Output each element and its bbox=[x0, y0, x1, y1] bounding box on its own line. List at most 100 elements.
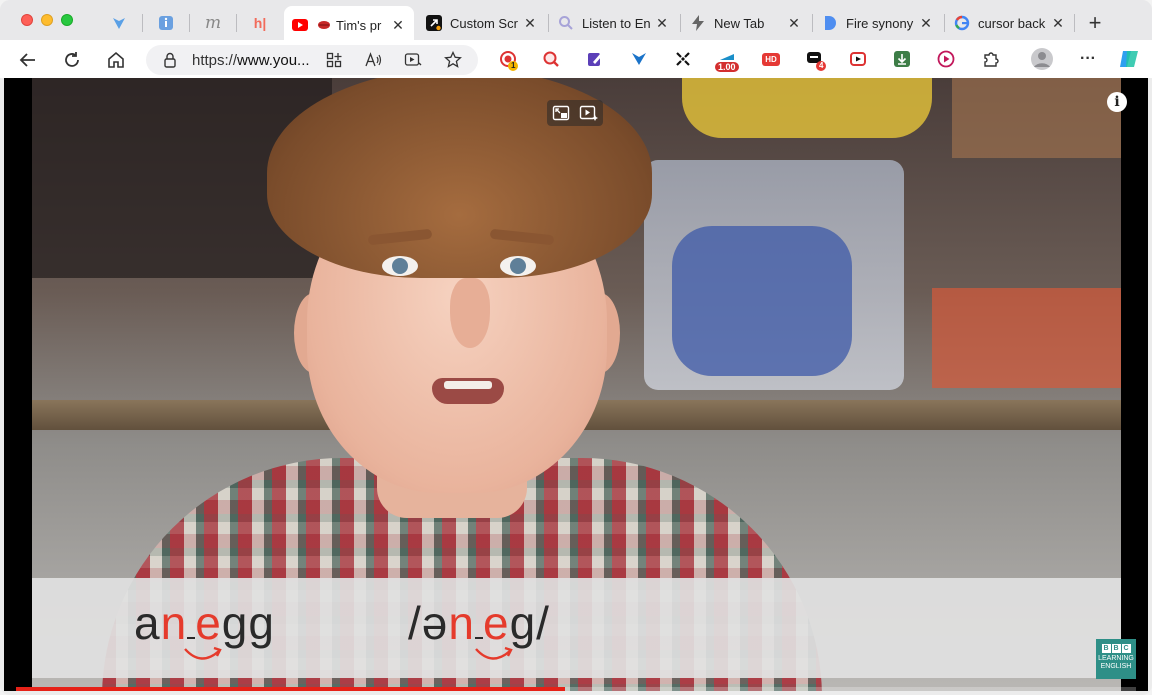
background-cabinet bbox=[952, 78, 1121, 158]
extension-badge: 1 bbox=[508, 61, 519, 71]
url-prefix: https:// bbox=[192, 52, 238, 69]
close-tab-icon[interactable]: ✕ bbox=[1050, 15, 1066, 31]
tab-new-tab[interactable]: New Tab ✕ bbox=[682, 6, 810, 40]
tab-fire-synony[interactable]: Fire synony ✕ bbox=[814, 6, 942, 40]
lock-icon[interactable] bbox=[163, 52, 177, 68]
video-sparkle-icon bbox=[579, 105, 598, 121]
browser-toolbar: https://www.you... 1 1.00 HD 4 ··· bbox=[0, 40, 1152, 78]
tab-separator bbox=[944, 14, 945, 32]
caption-words: an egg bbox=[134, 596, 275, 650]
puzzle-icon bbox=[984, 52, 999, 67]
download-extension-button[interactable] bbox=[891, 48, 913, 70]
presenter-eye bbox=[382, 256, 418, 276]
more-menu-button[interactable]: ··· bbox=[1077, 48, 1099, 70]
vpn-shield-icon bbox=[113, 18, 125, 29]
address-bar[interactable]: https://www.you... bbox=[146, 45, 478, 75]
linking-underscore bbox=[474, 637, 483, 639]
maximize-window-button[interactable] bbox=[61, 14, 73, 26]
tab-custom-scr[interactable]: Custom Scr ✕ bbox=[418, 6, 546, 40]
tab-separator bbox=[142, 14, 143, 32]
play-extension-button[interactable] bbox=[935, 48, 957, 70]
pinned-tab-vpn[interactable] bbox=[102, 10, 136, 36]
google-icon bbox=[954, 15, 970, 31]
tab-title: Custom Scr bbox=[450, 15, 518, 31]
extensions-menu-button[interactable] bbox=[980, 48, 1002, 70]
reload-button[interactable] bbox=[59, 47, 85, 73]
caption-text: /ə bbox=[408, 597, 449, 649]
close-tab-icon[interactable]: ✕ bbox=[522, 15, 538, 31]
logo-letter: C bbox=[1121, 644, 1131, 653]
hj-logo-icon: h| bbox=[253, 15, 267, 31]
tab-title: Tim's pr bbox=[336, 17, 382, 33]
browser-window: m h| Tim's pr ✕ Custom Scr ✕ Listen to E… bbox=[0, 0, 1152, 695]
linking-arc-icon bbox=[475, 646, 513, 660]
tab-separator bbox=[812, 14, 813, 32]
pinned-tab-m[interactable]: m bbox=[196, 10, 230, 36]
tab-separator bbox=[548, 14, 549, 32]
video-enhance-overlay-button[interactable] bbox=[575, 100, 603, 126]
close-window-button[interactable] bbox=[21, 14, 33, 26]
speaker-lips-icon[interactable] bbox=[316, 17, 332, 33]
tab-title: Listen to En bbox=[582, 15, 650, 31]
new-tab-button[interactable]: + bbox=[1083, 12, 1107, 36]
picture-in-picture-icon bbox=[552, 105, 570, 121]
presenter-eye bbox=[500, 256, 536, 276]
bbc-learning-english-logo: B B C LEARNING ENGLISH bbox=[1096, 639, 1136, 679]
video-ext-icon bbox=[850, 52, 866, 66]
logo-line: LEARNING bbox=[1098, 655, 1134, 662]
close-tab-icon[interactable]: ✕ bbox=[390, 17, 406, 33]
v-ext-icon bbox=[632, 53, 646, 65]
copilot-icon bbox=[1120, 51, 1138, 67]
background-bucket-label bbox=[672, 226, 852, 376]
url-host: www.you... bbox=[237, 52, 310, 69]
caption-phonetic: /ən eg/ bbox=[408, 596, 550, 650]
caption-text: a bbox=[134, 597, 161, 649]
profile-button[interactable] bbox=[1030, 47, 1054, 71]
video-enhance-icon[interactable] bbox=[404, 52, 422, 68]
v-extension-button[interactable] bbox=[628, 48, 650, 70]
arrows-ext-icon bbox=[676, 52, 690, 66]
minimize-window-button[interactable] bbox=[41, 14, 53, 26]
zoom-extension-button[interactable] bbox=[540, 48, 562, 70]
back-button[interactable] bbox=[15, 47, 41, 73]
pinned-tab-info[interactable] bbox=[149, 10, 183, 36]
speed-extension-button[interactable]: 1.00 bbox=[715, 48, 739, 72]
close-tab-icon[interactable]: ✕ bbox=[654, 15, 670, 31]
pen-extension-button[interactable] bbox=[584, 48, 606, 70]
url-text[interactable]: https://www.you... bbox=[192, 52, 310, 69]
close-tab-icon[interactable]: ✕ bbox=[918, 15, 934, 31]
pip-button[interactable] bbox=[547, 100, 575, 126]
caption-linked-letter: e bbox=[195, 597, 222, 649]
favorite-star-icon[interactable] bbox=[444, 51, 462, 69]
extension-badge: 1.00 bbox=[715, 62, 739, 72]
read-aloud-icon[interactable] bbox=[365, 52, 383, 68]
video-player[interactable]: an egg /ən eg/ i B B C LEARNING ENGLISH bbox=[4, 78, 1148, 691]
record-extension-button[interactable]: 1 bbox=[497, 48, 519, 71]
tab-listen-to-en[interactable]: Listen to En ✕ bbox=[550, 6, 678, 40]
pen-ext-icon bbox=[588, 53, 602, 66]
close-tab-icon[interactable]: ✕ bbox=[786, 15, 802, 31]
download-ext-icon bbox=[894, 51, 910, 67]
video-extension-button[interactable] bbox=[847, 48, 869, 70]
video-info-button[interactable]: i bbox=[1107, 92, 1127, 112]
home-button[interactable] bbox=[103, 47, 129, 73]
tab-cursor-back[interactable]: cursor back ✕ bbox=[946, 6, 1074, 40]
arrows-extension-button[interactable] bbox=[672, 48, 694, 70]
tab-youtube[interactable]: Tim's pr ✕ bbox=[284, 6, 414, 44]
d-letter-icon bbox=[822, 15, 838, 31]
logo-line: ENGLISH bbox=[1100, 663, 1132, 670]
chat-extension-button[interactable]: 4 bbox=[804, 48, 827, 71]
caption-text: g/ bbox=[509, 597, 550, 649]
app-available-icon[interactable] bbox=[326, 52, 342, 68]
play-ext-icon bbox=[937, 50, 955, 68]
copilot-button[interactable] bbox=[1118, 48, 1140, 70]
home-icon bbox=[108, 51, 124, 68]
caption-linked-letter: e bbox=[482, 597, 510, 649]
info-page-icon bbox=[159, 16, 173, 30]
custom-cursor-icon bbox=[426, 15, 442, 31]
video-progress-fill bbox=[16, 687, 565, 691]
hd-extension-button[interactable]: HD bbox=[760, 48, 782, 70]
pinned-tab-hj[interactable]: h| bbox=[243, 10, 277, 36]
video-progress-bar[interactable] bbox=[16, 687, 1136, 691]
tab-separator bbox=[236, 14, 237, 32]
